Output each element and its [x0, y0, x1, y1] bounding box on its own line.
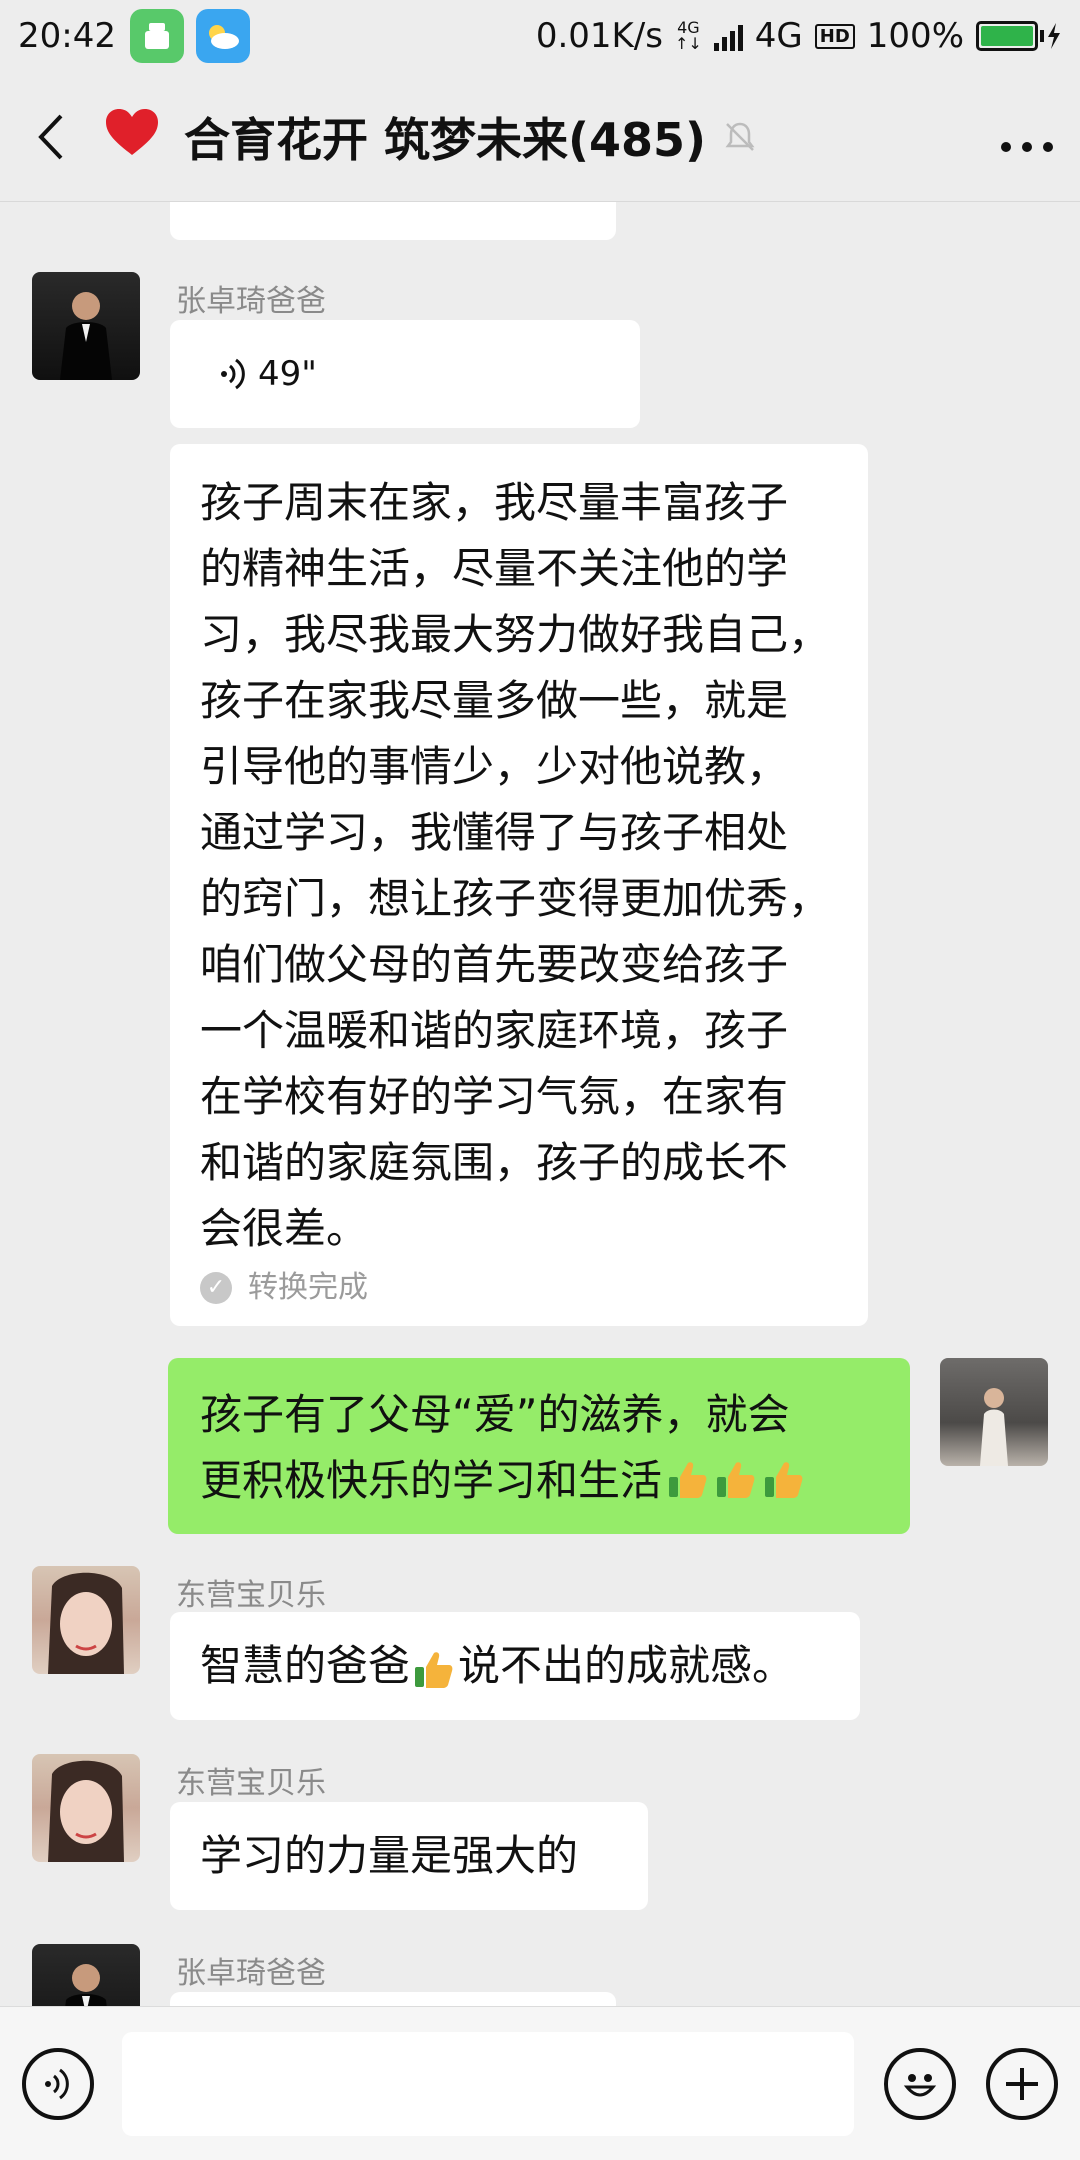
message-text-line: 孩子有了父母“爱”的滋养，就会 [200, 1390, 790, 1439]
battery-icon [976, 21, 1062, 51]
plus-icon [1006, 2067, 1038, 2100]
voice-message-bubble[interactable]: 49" [170, 320, 640, 428]
thumbs-up-icon [762, 1454, 806, 1498]
status-time: 20:42 [18, 16, 116, 56]
message-input[interactable] [122, 2031, 854, 2136]
network-speed: 0.01K/s [535, 16, 663, 56]
heart-icon [104, 107, 160, 166]
sender-name: 东营宝贝乐 [176, 1578, 326, 1613]
self-message-bubble[interactable]: 孩子有了父母“爱”的滋养，就会 更积极快乐的学习和生活 [168, 1358, 910, 1534]
chevron-left-icon [38, 114, 63, 159]
convert-status: ✓ 转换完成 [200, 1268, 840, 1308]
avatar[interactable] [32, 272, 140, 380]
status-bar: 20:42 0.01K/s 4G ↑↓ 4G HD 100% [0, 0, 1080, 72]
message-bubble[interactable] [170, 1992, 616, 2006]
signal-icon [713, 21, 743, 51]
back-button[interactable] [26, 107, 74, 167]
network-type-small: 4G ↑↓ [674, 18, 702, 53]
mute-bell-icon [722, 119, 758, 155]
avatar[interactable] [32, 1754, 140, 1862]
message-text-line-2: 更积极快乐的学习和生活 [200, 1448, 882, 1514]
more-options-button[interactable] [1000, 109, 1054, 165]
sender-name: 张卓琦爸爸 [176, 284, 326, 319]
thumbs-up-icon [412, 1644, 456, 1688]
previous-message-bubble[interactable] [170, 202, 616, 240]
smiley-icon [903, 2073, 937, 2096]
chat-header: 合育花开 筑梦未来(485) [0, 72, 1080, 202]
chat-title[interactable]: 合育花开 筑梦未来(485) [184, 104, 706, 170]
weather-app-icon [195, 9, 250, 63]
message-bubble[interactable]: 智慧的爸爸 说不出的成就感。 [170, 1612, 860, 1720]
voice-icon [221, 358, 245, 390]
sender-name: 张卓琦爸爸 [176, 1956, 326, 1991]
battery-percent: 100% [866, 16, 964, 56]
transcript-text: 孩子周末在家，我尽量丰富孩子 的精神生活，尽量不关注他的学 习，我尽我最大努力做… [200, 478, 831, 1253]
voice-transcript-bubble[interactable]: 孩子周末在家，我尽量丰富孩子 的精神生活，尽量不关注他的学 习，我尽我最大努力做… [170, 444, 868, 1326]
self-avatar[interactable] [940, 1358, 1048, 1466]
avatar[interactable] [32, 1566, 140, 1674]
cleaner-app-icon [129, 9, 184, 63]
emoji-button[interactable] [884, 2047, 956, 2120]
avatar[interactable] [32, 1944, 140, 2006]
message-bubble[interactable]: 学习的力量是强大的 [170, 1802, 648, 1910]
check-icon: ✓ [200, 1272, 232, 1304]
network-type: 4G [754, 16, 803, 56]
thumbs-up-icon [714, 1454, 758, 1498]
message-text: 学习的力量是强大的 [200, 1831, 579, 1880]
input-bar [0, 2006, 1080, 2160]
message-text: 智慧的爸爸 说不出的成就感。 [200, 1641, 795, 1690]
voice-icon [45, 2068, 69, 2099]
voice-duration: 49" [258, 354, 317, 394]
sender-name: 东营宝贝乐 [176, 1766, 326, 1801]
more-functions-button[interactable] [986, 2047, 1058, 2120]
more-icon [1001, 141, 1053, 152]
hd-icon: HD [814, 23, 855, 49]
thumbs-up-icon [666, 1454, 710, 1498]
voice-input-button[interactable] [22, 2047, 94, 2120]
chat-message-list[interactable]: 张卓琦爸爸 49" 孩子周末在家，我尽量丰富孩子 的精神生活，尽量不关注他的学 … [0, 202, 1080, 2006]
